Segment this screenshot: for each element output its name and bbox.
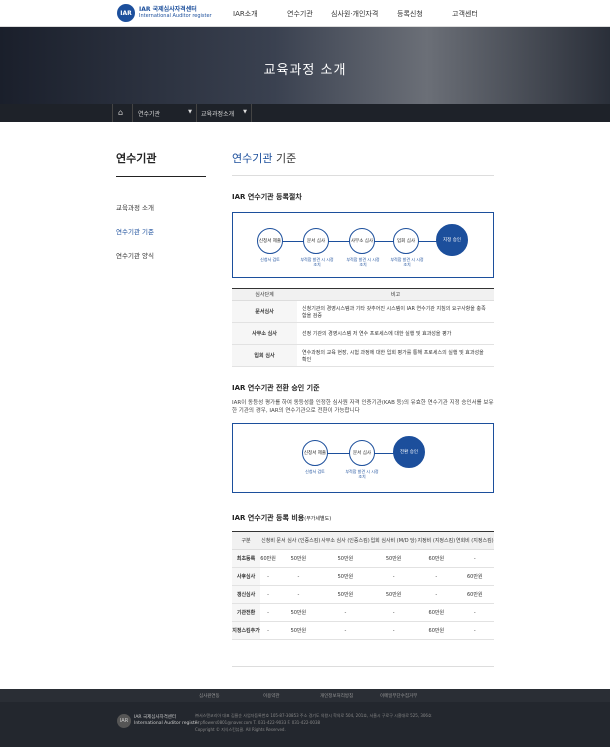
- table-header: 사무소 심사 (인증스킴): [320, 531, 371, 550]
- logo-mark-icon: IAR: [117, 4, 135, 22]
- header: IAR IAR 국제심사자격센터 International Auditor r…: [0, 0, 610, 27]
- hero-banner: 교육과정 소개: [0, 27, 610, 104]
- footer: IAR IAR 국제심사자격센터 International Auditor re…: [0, 702, 610, 747]
- table-header: 지정비 (지정스킴): [417, 531, 456, 550]
- section-fee: IAR 연수기관 등록 비용(부가세별도): [232, 514, 332, 522]
- flow-note: 부적합 발견 시 시정 조치: [346, 257, 380, 267]
- flow-node-apply: 신청서 제출: [257, 228, 283, 254]
- side-menu-item-course[interactable]: 교육과정 소개: [116, 195, 206, 219]
- footer-info: ㈜서스탠코리아 대표 김율순 사업자등록번호 105-87-30853 주소 경…: [195, 713, 432, 732]
- side-menu-item-standard[interactable]: 연수기관 기준: [116, 219, 206, 243]
- conversion-flow: 신청서 제출 문서 심사 전환 승인 신청서 검토 부적합 발견 시 시정 조치: [232, 423, 494, 493]
- side-menu-title: 연수기관: [116, 150, 206, 177]
- nav-item-institution[interactable]: 연수기관: [287, 9, 313, 19]
- fee-table: 구분 신청비 문서 심사 (인증스킴) 사무소 심사 (인증스킴) 입회 심사비…: [232, 531, 494, 640]
- side-menu-item-forms[interactable]: 연수기관 양식: [116, 243, 206, 267]
- nav-item-support[interactable]: 고객센터: [452, 9, 478, 19]
- flow-node-document: 문서 심사: [303, 228, 329, 254]
- footer-link-email[interactable]: 이메일무단수집거부: [380, 693, 417, 699]
- flow-node-document: 문서 심사: [349, 440, 375, 466]
- registration-flow: 신청서 제출 문서 심사 사무소 심사 입회 심사 지정 승인 신청서 검토 부…: [232, 212, 494, 278]
- logo[interactable]: IAR IAR 국제심사자격센터 International Auditor r…: [117, 4, 212, 22]
- hero-title: 교육과정 소개: [263, 63, 347, 78]
- table-row: 입회 심사 연수과정의 교육 현장, 시험 과정에 대한 입회 평가를 통해 프…: [232, 344, 494, 367]
- flow-note: 부적합 발견 시 시정 조치: [300, 257, 334, 267]
- logo-line1: IAR 국제심사자격센터: [139, 6, 197, 13]
- footer-link-auditor[interactable]: 심사원연동: [199, 693, 220, 699]
- page-title: 연수기관 기준: [232, 150, 494, 176]
- section-conversion-desc: IAR이 동등성 평가를 하여 동등성을 인정한 심사원 자격 인증기관(KAB…: [232, 400, 494, 414]
- footer-link-privacy[interactable]: 개인정보처리방침: [320, 693, 353, 699]
- table-row: 지정스킴추가 -50만원 - -60만원 -: [232, 621, 494, 640]
- flow-note: 부적합 발견 시 시정 조치: [390, 257, 424, 267]
- table-row: 문서심사 신청기관의 경영시스템과 기타 갖추어진 시스템이 IAR 연수기관 …: [232, 300, 494, 323]
- flow-node-approval: 지정 승인: [436, 224, 468, 256]
- footer-link-terms[interactable]: 이용약관: [263, 693, 280, 699]
- table-header: 신청비: [260, 531, 276, 550]
- breadcrumb: ⌂ 연수기관 ▼ 교육과정소개 ▼: [0, 104, 610, 122]
- flow-node-witness: 입회 심사: [393, 228, 419, 254]
- section-conversion: IAR 연수기관 전환 승인 기준: [232, 384, 320, 392]
- footer-links: 심사원연동 이용약관 개인정보처리방침 이메일무단수집거부: [0, 689, 610, 702]
- logo-line2: International Auditor register: [139, 13, 212, 19]
- flow-node-apply: 신청서 제출: [302, 440, 328, 466]
- table-header: 심사단계: [232, 288, 297, 301]
- breadcrumb-level2[interactable]: 교육과정소개 ▼: [201, 109, 249, 118]
- table-header: 비고: [297, 288, 494, 301]
- flow-node-conversion: 전환 승인: [393, 436, 425, 468]
- chevron-down-icon: ▼: [243, 109, 247, 115]
- flow-note: 신청서 검토: [305, 469, 325, 474]
- table-header: 연회비 (지정스킴): [455, 531, 494, 550]
- main-content: 연수기관 기준 IAR 연수기관 등록절차 신청서 제출 문서 심사 사무소 심…: [232, 150, 494, 667]
- flow-node-office: 사무소 심사: [349, 228, 375, 254]
- nav-item-about[interactable]: IAR소개: [233, 9, 258, 19]
- table-row: 최초등록 60만원 50만원 50만원 50만원 60만원 -: [232, 549, 494, 568]
- table-header: 입회 심사비 (M/D 당): [370, 531, 418, 550]
- table-row: 사무소 심사 선정 기관의 경영시스템 저 연수 프로세스에 대한 실행 및 효…: [232, 322, 494, 345]
- logo-text: IAR 국제심사자격센터 International Auditor regis…: [139, 6, 212, 20]
- footer-logo-icon: IAR: [117, 714, 131, 728]
- footer-logo: IAR IAR 국제심사자격센터 International Auditor re…: [117, 714, 199, 728]
- content-divider: [232, 666, 494, 667]
- flow-note: 신청서 검토: [260, 257, 280, 262]
- table-row: 기관전환 -50만원 - -60만원 -: [232, 603, 494, 622]
- section-registration-process: IAR 연수기관 등록절차: [232, 193, 302, 201]
- nav-item-auditor[interactable]: 심사원·개인자격: [331, 9, 378, 19]
- audit-stage-table: 심사단계 비고 문서심사 신청기관의 경영시스템과 기타 갖추어진 시스템이 I…: [232, 288, 494, 367]
- home-icon[interactable]: ⌂: [118, 108, 127, 117]
- flow-note: 부적합 발견 시 시정 조치: [345, 469, 379, 479]
- side-menu: 연수기관 교육과정 소개 연수기관 기준 연수기관 양식: [116, 150, 206, 267]
- table-row: 사후심사 - -50만원 - -60만원: [232, 567, 494, 586]
- breadcrumb-level1[interactable]: 연수기관 ▼: [138, 109, 194, 118]
- chevron-down-icon: ▼: [188, 109, 192, 115]
- table-row: 갱신심사 - -50만원 50만원 -60만원: [232, 585, 494, 604]
- table-header: 문서 심사 (인증스킴): [276, 531, 321, 550]
- table-header: 구분: [232, 531, 261, 550]
- nav-item-register[interactable]: 등록신청: [397, 9, 423, 19]
